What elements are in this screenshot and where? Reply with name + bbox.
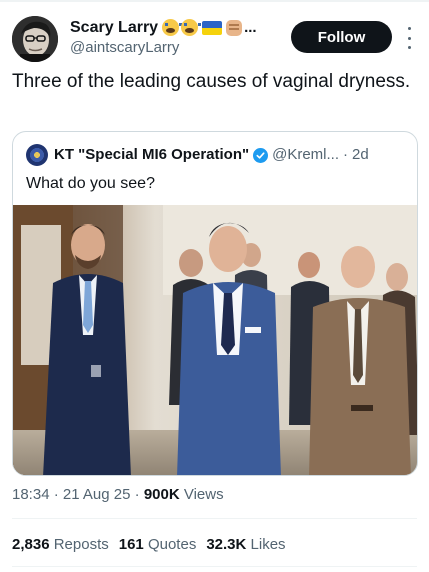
- engagement-stats: 2,836 Reposts 161 Quotes 32.3K Likes: [12, 535, 296, 555]
- quoted-tweet-text: What do you see?: [26, 175, 155, 192]
- ukraine-flag-icon: [202, 20, 223, 35]
- author-handle[interactable]: @aintscaryLarry: [70, 39, 179, 57]
- quotes-stat[interactable]: 161 Quotes: [119, 535, 197, 555]
- quoted-author-avatar: [26, 144, 48, 166]
- tweet-header: Scary Larry ... @aintscaryLarry Follow: [12, 13, 417, 63]
- quotes-count: 161: [118, 536, 144, 553]
- more-options-icon[interactable]: [407, 27, 411, 49]
- divider: [12, 566, 417, 567]
- quoted-tweet-time: 2d: [352, 146, 369, 163]
- quotes-label: Quotes: [147, 536, 197, 553]
- screaming-face-icon: [181, 19, 202, 36]
- raised-fist-icon: [226, 19, 243, 36]
- quoted-author-handle: @Kreml...: [272, 146, 340, 163]
- quoted-tweet-header: KT "Special MI6 Operation" @Kreml... · 2…: [26, 144, 369, 166]
- tweet-text: Three of the leading causes of vaginal d…: [12, 71, 411, 92]
- photo-of-three-men-in-suits: [13, 205, 417, 475]
- reposts-label: Reposts: [53, 536, 109, 553]
- verified-badge-icon: [253, 147, 269, 163]
- likes-label: Likes: [250, 536, 286, 553]
- quoted-tweet-card[interactable]: KT "Special MI6 Operation" @Kreml... · 2…: [12, 131, 418, 476]
- tweet-date[interactable]: 21 Aug 25: [63, 486, 131, 503]
- quoted-author-name: KT "Special MI6 Operation": [54, 146, 250, 163]
- author-name-row[interactable]: Scary Larry ...: [70, 18, 257, 37]
- separator-dot: ·: [53, 486, 59, 503]
- tweet-time[interactable]: 18:34: [12, 486, 50, 503]
- screaming-face-icon: [162, 19, 183, 36]
- author-avatar[interactable]: [12, 16, 58, 62]
- follow-button[interactable]: Follow: [291, 21, 392, 53]
- reposts-stat[interactable]: 2,836 Reposts: [12, 535, 109, 555]
- reposts-count: 2,836: [12, 536, 50, 553]
- views-count: 900K: [143, 486, 180, 503]
- separator-dot: ·: [343, 146, 349, 163]
- quoted-tweet-photo[interactable]: [13, 205, 417, 475]
- views-label: Views: [183, 486, 224, 503]
- top-divider: [0, 0, 429, 2]
- separator-dot: ·: [134, 486, 140, 503]
- likes-count: 32.3K: [206, 536, 247, 553]
- author-display-name[interactable]: Scary Larry: [70, 18, 158, 37]
- likes-stat[interactable]: 32.3K Likes: [206, 535, 285, 555]
- divider: [12, 518, 417, 519]
- tweet-meta: 18:34 · 21 Aug 25 · 900K Views: [12, 485, 224, 505]
- name-overflow: ...: [244, 18, 257, 36]
- author-name-emoji: ...: [162, 19, 257, 36]
